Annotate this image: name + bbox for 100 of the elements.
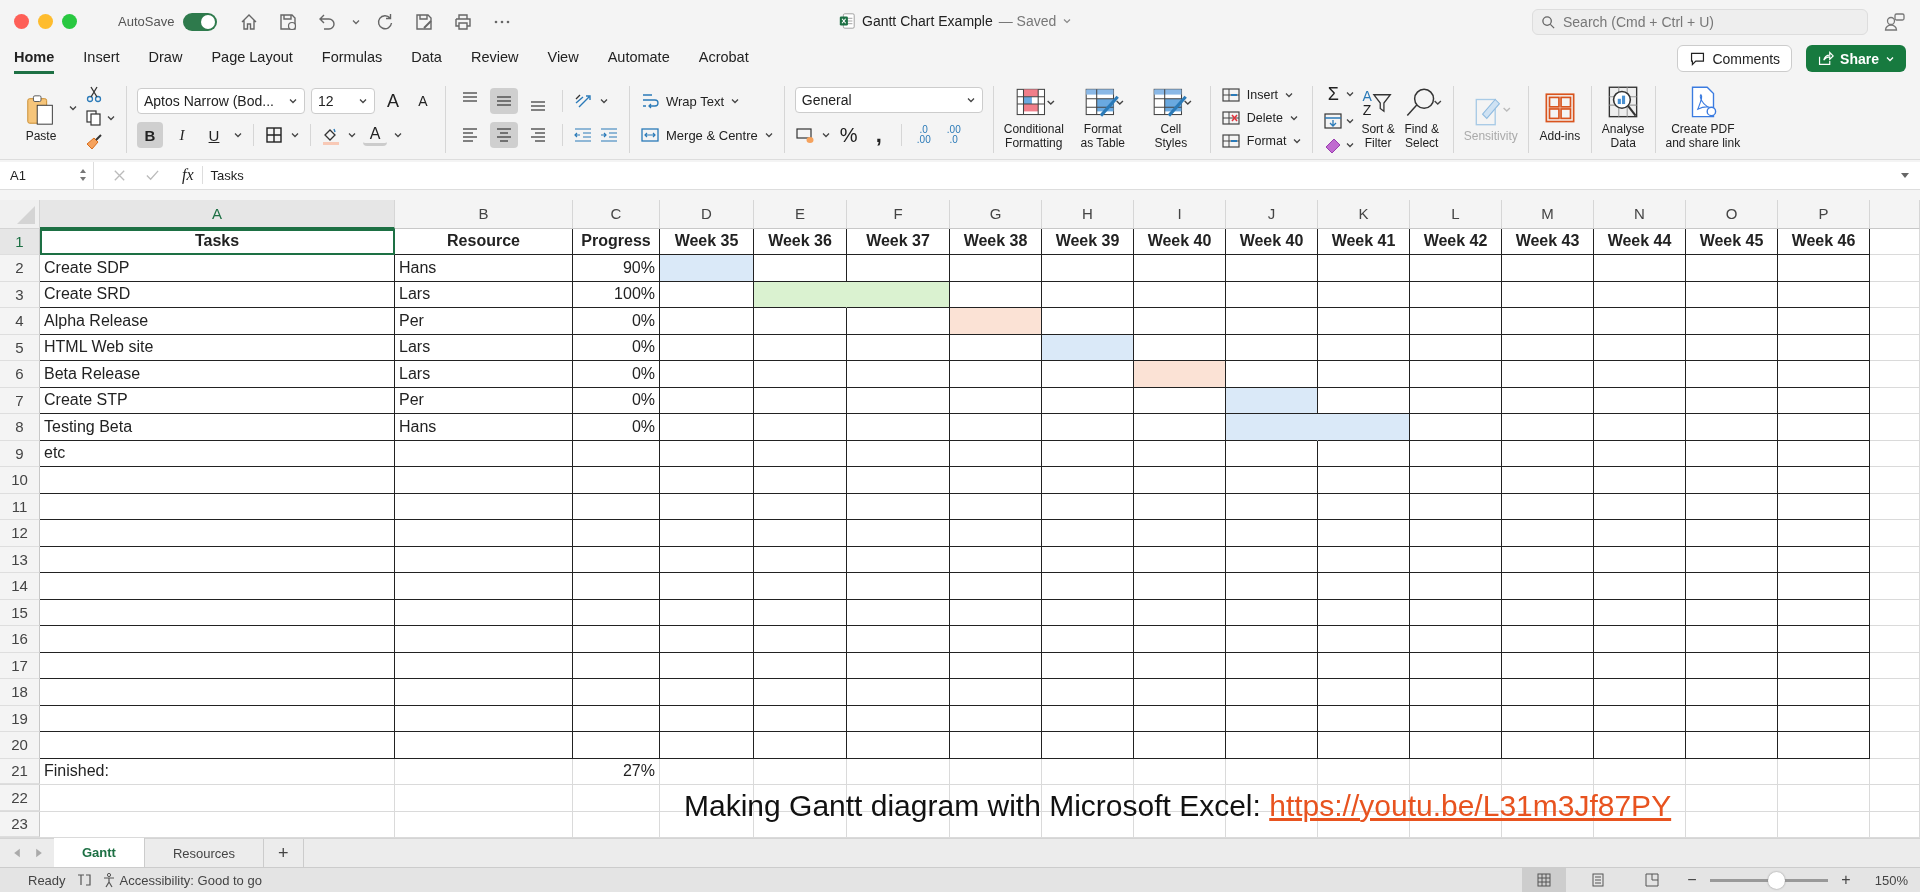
insert-cells-button[interactable]: Insert [1220,85,1295,106]
row-header[interactable]: 13 [0,546,40,573]
column-header[interactable]: C [573,199,660,229]
ribbon-tab[interactable]: Formulas [321,44,383,74]
format-cells-button[interactable]: Format [1220,131,1303,152]
normal-view-button[interactable] [1522,868,1566,892]
underline-button[interactable]: U [201,122,227,149]
row-header[interactable]: 14 [0,573,40,600]
column-header[interactable]: K [1318,199,1410,229]
row-header[interactable]: 2 [0,255,40,282]
row-header[interactable]: 6 [0,361,40,388]
column-header[interactable]: O [1686,199,1778,229]
save-edit-icon[interactable] [414,11,435,32]
save-status[interactable]: — Saved [998,13,1057,29]
format-as-table-button[interactable]: Format as Table [1073,85,1132,151]
row-header[interactable]: 19 [0,705,40,732]
ribbon-tab[interactable]: View [547,44,579,74]
column-header[interactable]: P [1778,199,1870,229]
row-header[interactable]: 9 [0,440,40,467]
row-header[interactable]: 11 [0,493,40,520]
comments-button[interactable]: Comments [1677,45,1793,73]
font-color-button[interactable]: A [363,124,387,147]
font-name-dropdown[interactable]: Aptos Narrow (Bod... [137,88,305,115]
ribbon-tab[interactable]: Draw [148,44,183,74]
column-header[interactable]: H [1042,199,1134,229]
ribbon-tab[interactable]: Automate [607,44,670,74]
column-header[interactable]: E [754,199,847,229]
decrease-font-size-button[interactable]: A [411,88,435,115]
row-header[interactable]: 4 [0,308,40,335]
zoom-in-button[interactable]: + [1838,871,1854,889]
ribbon-tab[interactable]: Data [411,44,442,74]
macro-record-icon[interactable] [75,872,92,888]
row-header[interactable]: 7 [0,387,40,414]
decrease-decimal-button[interactable]: .00 .0 [941,121,966,150]
copy-icon[interactable] [84,108,104,129]
row-header[interactable]: 23 [0,811,40,837]
row-header[interactable]: 17 [0,652,40,679]
increase-font-size-button[interactable]: A [381,88,405,115]
column-header[interactable]: L [1410,199,1502,229]
ribbon-tab[interactable]: Review [470,44,519,74]
sort-filter-button[interactable]: A Z Sort & Filter [1361,85,1395,151]
row-header[interactable]: 18 [0,679,40,706]
name-box[interactable]: A1 [0,161,94,189]
row-header[interactable]: 5 [0,334,40,361]
search-field[interactable]: Search (Cmd + Ctrl + U) [1532,8,1868,35]
stepper-icon[interactable] [79,168,87,183]
column-header[interactable]: I [1134,199,1226,229]
row-header[interactable]: 16 [0,626,40,653]
delete-cells-button[interactable]: Delete [1220,108,1299,129]
merge-centre-button[interactable]: Merge & Centre [640,125,774,146]
row-header[interactable]: 10 [0,467,40,494]
row-header[interactable]: 20 [0,732,40,759]
row-header[interactable]: 22 [0,785,40,811]
row-header[interactable]: 15 [0,599,40,626]
italic-button[interactable]: I [169,122,195,149]
column-header[interactable]: B [395,199,573,229]
column-header[interactable]: J [1226,199,1318,229]
add-ins-button[interactable]: Add-ins [1538,93,1581,144]
ribbon-tab[interactable]: Acrobat [698,44,749,74]
analyse-data-button[interactable]: Analyse Data [1601,85,1645,151]
column-header[interactable]: N [1594,199,1686,229]
row-header[interactable]: 8 [0,414,40,441]
autosave-toggle[interactable] [183,12,218,31]
zoom-level[interactable]: 150% [1864,872,1908,888]
bold-button[interactable]: B [137,122,163,149]
number-format-dropdown[interactable]: General [794,87,983,114]
comma-style-button[interactable]: , [866,122,891,149]
autosum-button[interactable]: Σ [1323,81,1344,108]
close-window-button[interactable] [14,14,29,30]
print-icon[interactable] [453,11,474,32]
paste-button[interactable]: Paste [20,93,62,144]
row-header[interactable]: 1 [0,228,40,255]
video-link[interactable]: https://youtu.be/L31m3Jf87PY [1269,788,1672,822]
save-icon[interactable] [278,11,299,32]
accounting-format-icon[interactable] [794,125,815,146]
ribbon-tab[interactable]: Home [14,44,55,74]
share-button[interactable]: Share [1806,45,1906,73]
borders-icon[interactable] [264,125,284,146]
column-header[interactable]: G [950,199,1042,229]
cell-styles-button[interactable]: Cell Styles [1141,85,1200,151]
insert-function-button[interactable]: fx [182,166,203,185]
accessibility-status[interactable]: Accessibility: Good to go [119,872,262,888]
column-header[interactable]: F [847,199,950,229]
people-icon[interactable] [1884,11,1906,32]
row-header[interactable]: 3 [0,281,40,308]
align-middle-button[interactable] [490,88,518,115]
sheet-tab[interactable]: Gantt [54,838,145,867]
column-header[interactable]: A [40,199,395,229]
row-header[interactable]: 21 [0,758,40,784]
conditional-formatting-button[interactable]: Conditional Formatting [1003,85,1064,151]
create-pdf-button[interactable]: Create PDF and share link [1665,85,1741,151]
find-select-button[interactable]: Find & Select [1400,85,1443,151]
wrap-text-button[interactable]: Wrap Text [640,91,741,112]
ribbon-tab[interactable]: Page Layout [211,44,293,74]
column-header[interactable]: D [660,199,754,229]
formula-field[interactable]: Tasks [210,167,1900,183]
scissors-icon[interactable] [84,84,104,105]
percent-button[interactable]: % [836,122,861,149]
ribbon-tab[interactable]: Insert [83,44,120,74]
align-center-button[interactable] [490,122,518,149]
